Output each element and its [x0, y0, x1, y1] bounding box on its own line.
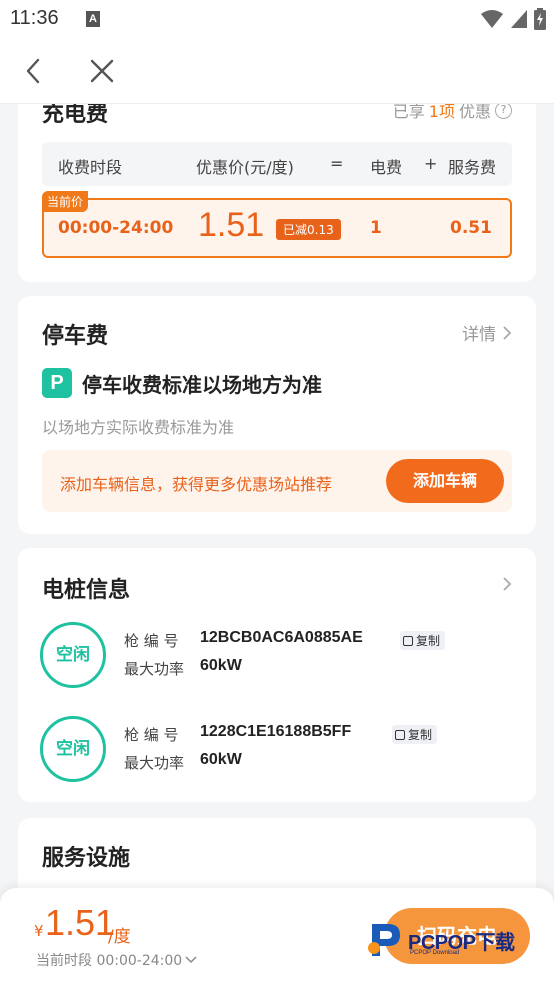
- parking-fee-card: 停车费 详情 P 停车收费标准以场地方为准 以场地方实际收费标准为准 添加车辆信…: [18, 296, 536, 534]
- close-icon[interactable]: [88, 57, 116, 85]
- copy-icon: [403, 635, 413, 646]
- header-plus: +: [424, 154, 438, 173]
- wifi-icon: [481, 10, 503, 28]
- pile-status-badge: 空闲: [40, 716, 106, 782]
- price-unit: /度: [108, 927, 131, 947]
- row-electricity: 1: [370, 218, 382, 238]
- parking-standard: 停车收费标准以场地方为准: [82, 373, 322, 397]
- pile-item: 空闲 枪 编 号 12BCB0AC6A0885AE 复制 最大功率 60kW: [40, 620, 510, 690]
- status-bar: 11:36 A: [0, 0, 554, 38]
- currency-symbol: ¥: [34, 922, 44, 940]
- chevron-right-icon: [503, 325, 512, 340]
- pile-status-badge: 空闲: [40, 622, 106, 688]
- gun-code: 1228C1E16188B5FF: [200, 723, 352, 740]
- row-service: 0.51: [450, 218, 492, 238]
- current-slot[interactable]: 当前时段 00:00-24:00: [36, 950, 197, 970]
- max-power: 60kW: [200, 657, 242, 674]
- service-facilities-title: 服务设施: [42, 846, 131, 871]
- copy-label: 复制: [416, 634, 441, 648]
- reduced-badge: 已减0.13: [276, 219, 341, 240]
- current-price-row: 当前价 00:00-24:00 1.51 已减0.13 1 0.51: [42, 191, 512, 258]
- header-electricity: 电费: [370, 158, 403, 177]
- row-price: 1.51: [198, 206, 265, 244]
- detail-label: 详情: [462, 325, 496, 345]
- header-price: 优惠价(元/度): [196, 158, 294, 177]
- chevron-left-icon[interactable]: [20, 57, 48, 85]
- add-vehicle-button[interactable]: 添加车辆: [386, 459, 504, 503]
- add-vehicle-promo: 添加车辆信息，获得更多优惠场站推荐: [60, 475, 333, 494]
- battery-icon: [534, 8, 546, 30]
- copy-button[interactable]: 复制: [400, 631, 446, 650]
- parking-fee-title: 停车费: [42, 324, 109, 349]
- max-power: 60kW: [200, 751, 242, 768]
- current-price-tag: 当前价: [42, 191, 89, 212]
- watermark-subtext: PCPOP Download: [410, 950, 460, 956]
- app-notification-icon: A: [86, 11, 100, 27]
- chevron-down-icon: [185, 956, 197, 964]
- status-time: 11:36: [10, 7, 59, 29]
- row-period: 00:00-24:00: [58, 218, 174, 238]
- pcpop-logo-icon: [368, 924, 400, 956]
- current-slot-label: 当前时段 00:00-24:00: [36, 953, 183, 969]
- pile-info-title: 电桩信息: [42, 578, 131, 603]
- signal-icon: [511, 10, 527, 28]
- add-vehicle-banner: 添加车辆信息，获得更多优惠场站推荐 添加车辆: [42, 450, 512, 512]
- chevron-right-icon[interactable]: [502, 576, 512, 592]
- copy-label: 复制: [408, 728, 433, 742]
- gun-code: 12BCB0AC6A0885AE: [200, 629, 363, 646]
- gun-code-label: 枪 编 号: [124, 632, 179, 650]
- help-icon[interactable]: ?: [495, 101, 512, 119]
- price-table-header: 收费时段 优惠价(元/度) = 电费 + 服务费: [42, 142, 512, 186]
- parking-icon: P: [42, 368, 72, 398]
- nav-bar: [0, 38, 554, 104]
- max-power-label: 最大功率: [124, 660, 185, 678]
- status-icons: [480, 8, 546, 30]
- pile-info-card: 电桩信息 空闲 枪 编 号 12BCB0AC6A0885AE 复制 最大功率 6…: [18, 548, 536, 802]
- header-equals: =: [330, 154, 344, 173]
- header-period: 收费时段: [58, 158, 123, 177]
- gun-code-label: 枪 编 号: [124, 726, 179, 744]
- copy-icon: [395, 729, 405, 740]
- watermark: PCPOP下载 PCPOP Download: [366, 918, 546, 970]
- bottom-price: 1.51: [45, 902, 116, 943]
- max-power-label: 最大功率: [124, 754, 185, 772]
- parking-subtext: 以场地方实际收费标准为准: [42, 418, 235, 437]
- header-service: 服务费: [448, 158, 497, 177]
- pile-item: 空闲 枪 编 号 1228C1E16188B5FF 复制 最大功率 60kW: [40, 714, 510, 784]
- copy-button[interactable]: 复制: [392, 725, 438, 744]
- parking-detail-link[interactable]: 详情: [462, 320, 512, 345]
